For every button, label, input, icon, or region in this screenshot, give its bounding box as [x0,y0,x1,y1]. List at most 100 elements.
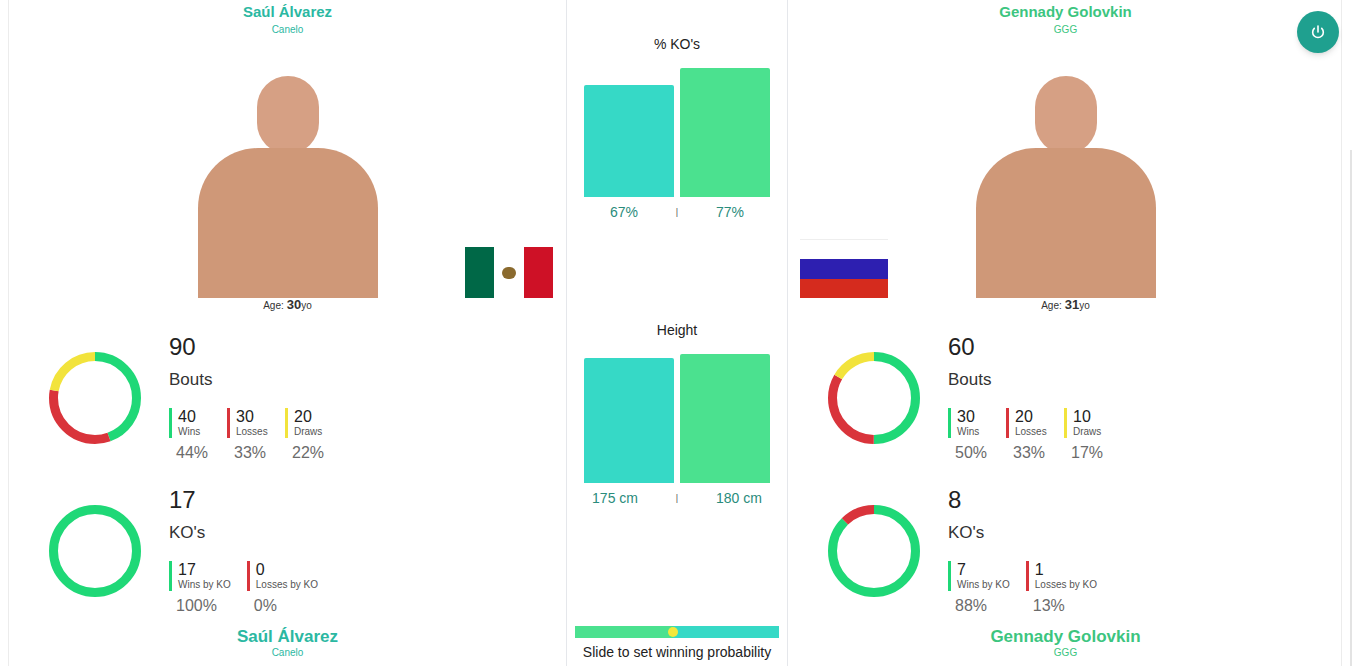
fighter-age: Age:31yo [788,298,1343,312]
stat-percent: 44% [169,443,211,463]
stat-label: Draws [1073,426,1106,438]
comparison-separator: | [674,488,680,508]
stat-block: 8KO's7Wins by KO88%1Losses by KO13% [788,486,1343,616]
stat-block: 90Bouts40Wins44%30Losses33%20Draws22% [9,333,566,463]
comparison-labels: 175 cm|180 cm [584,488,770,508]
stat-text: 60Bouts30Wins50%20Losses33%10Draws17% [948,333,1122,463]
stat-percent: 13% [1026,596,1097,616]
scrollbar[interactable] [1350,150,1352,666]
stat-item: 20Draws 22% [285,408,343,463]
stat-item: 30Wins 50% [948,408,1006,463]
comparison-separator: | [674,202,680,222]
stat-total: 17 [169,486,334,514]
fighter-nickname-footer: GGG [788,647,1343,659]
power-button[interactable] [1297,11,1339,53]
stat-bar: 20Draws [285,408,327,438]
stat-bar: 7Wins by KO [948,561,1010,591]
donut-segment [54,357,137,440]
age-value: 30 [287,298,301,312]
flag-icon [465,247,553,298]
fighter-nickname-footer: Canelo [9,647,566,659]
comparison-card: Saúl ÁlvarezCaneloAge:30yo90Bouts40Wins4… [8,0,1342,666]
stat-bar: 30Wins [948,408,990,438]
stat-percent: 33% [1006,443,1048,463]
donut-segment [833,357,916,440]
donut-segment [833,357,916,440]
fighter-name-text: Saúl Álvarez [243,3,332,20]
stat-label: Wins by KO [178,579,231,591]
fighter-photo [192,70,384,298]
stat-bar: 10Draws [1064,408,1106,438]
donut-segment [54,357,137,440]
comparison-title: % KO's [654,34,700,54]
stat-block: 60Bouts30Wins50%20Losses33%10Draws17% [788,333,1343,463]
bouts-donut [828,352,920,444]
comparison-bar [584,358,674,483]
stat-bar: 17Wins by KO [169,561,231,591]
stat-label: Losses by KO [256,579,318,591]
stat-value: 30 [236,408,269,426]
stat-bar: 20Losses [1006,408,1048,438]
fighter-name-footer: Gennady Golovkin [788,627,1343,647]
fighter-age: Age:30yo [9,298,566,312]
comparison-label: 77% [680,202,770,222]
stat-item: 1Losses by KO13% [1026,561,1113,616]
stat-bar: 0Losses by KO [247,561,318,591]
stat-value: 0 [256,561,318,579]
stat-label: Wins [957,426,990,438]
fighter-column: Gennady GolovkinGGGAge:31yo60Bouts30Wins… [788,0,1343,666]
stat-items: 7Wins by KO 88% 1Losses by KO13% [948,561,1113,616]
kos-donut [49,505,141,597]
stat-value: 40 [178,408,211,426]
donut-segment [54,357,137,440]
stat-item: 17Wins by KO100% [169,561,247,616]
comparison-bar [680,68,770,197]
stat-value: 20 [294,408,327,426]
stat-item: 20Losses 33% [1006,408,1064,463]
stat-bar: 40Wins [169,408,211,438]
comparison-label: 180 cm [680,488,770,508]
age-prefix: Age: [263,300,284,312]
stat-title: Bouts [948,369,1122,391]
stat-items: 30Wins 50% 20Losses 33% 10Draws 17% [948,408,1122,463]
age-prefix: Age: [1041,300,1062,312]
fighter-column: Saúl ÁlvarezCaneloAge:30yo90Bouts40Wins4… [9,0,566,666]
stat-value: 10 [1073,408,1106,426]
stat-item: 40Wins 44% [169,408,227,463]
stat-total: 8 [948,486,1113,514]
stat-label: Wins by KO [957,579,1010,591]
age-suffix: yo [301,300,312,312]
stat-text: 17KO's17Wins by KO100%0Losses by KO0% [169,486,334,616]
stat-value: 7 [957,561,1010,579]
stat-items: 17Wins by KO100%0Losses by KO0% [169,561,334,616]
comparison-labels: 67%|77% [584,202,770,222]
flag-icon [800,239,888,298]
stat-item: 10Draws 17% [1064,408,1122,463]
fighter-photo [970,70,1162,298]
stat-title: KO's [169,522,334,544]
slider-thumb[interactable] [668,627,678,637]
probability-slider[interactable] [575,626,779,638]
comparison-label: 175 cm [584,488,674,508]
comparison-column: % KO's67%|77%Height175 cm|180 cmSlide to… [566,0,788,666]
stat-label: Losses [1015,426,1048,438]
stat-percent: 50% [948,443,990,463]
stat-label: Wins [178,426,211,438]
stat-value: 17 [178,561,231,579]
stat-percent: 17% [1064,443,1106,463]
stat-percent: 33% [227,443,269,463]
stat-value: 20 [1015,408,1048,426]
comparison-bar [680,354,770,483]
fighter-name: Saúl Álvarez [9,0,566,21]
donut-segment [833,510,916,593]
stat-value: 30 [957,408,990,426]
photo-row [9,70,566,298]
fighter-nickname: Canelo [9,24,566,36]
stat-text: 90Bouts40Wins44%30Losses33%20Draws22% [169,333,343,463]
fighter-name-text: Gennady Golovkin [999,3,1132,20]
stat-label: Draws [294,426,327,438]
donut-segment [833,357,916,440]
comparison-label: 67% [584,202,674,222]
stat-percent: 88% [948,596,1010,616]
stat-percent: 22% [285,443,327,463]
